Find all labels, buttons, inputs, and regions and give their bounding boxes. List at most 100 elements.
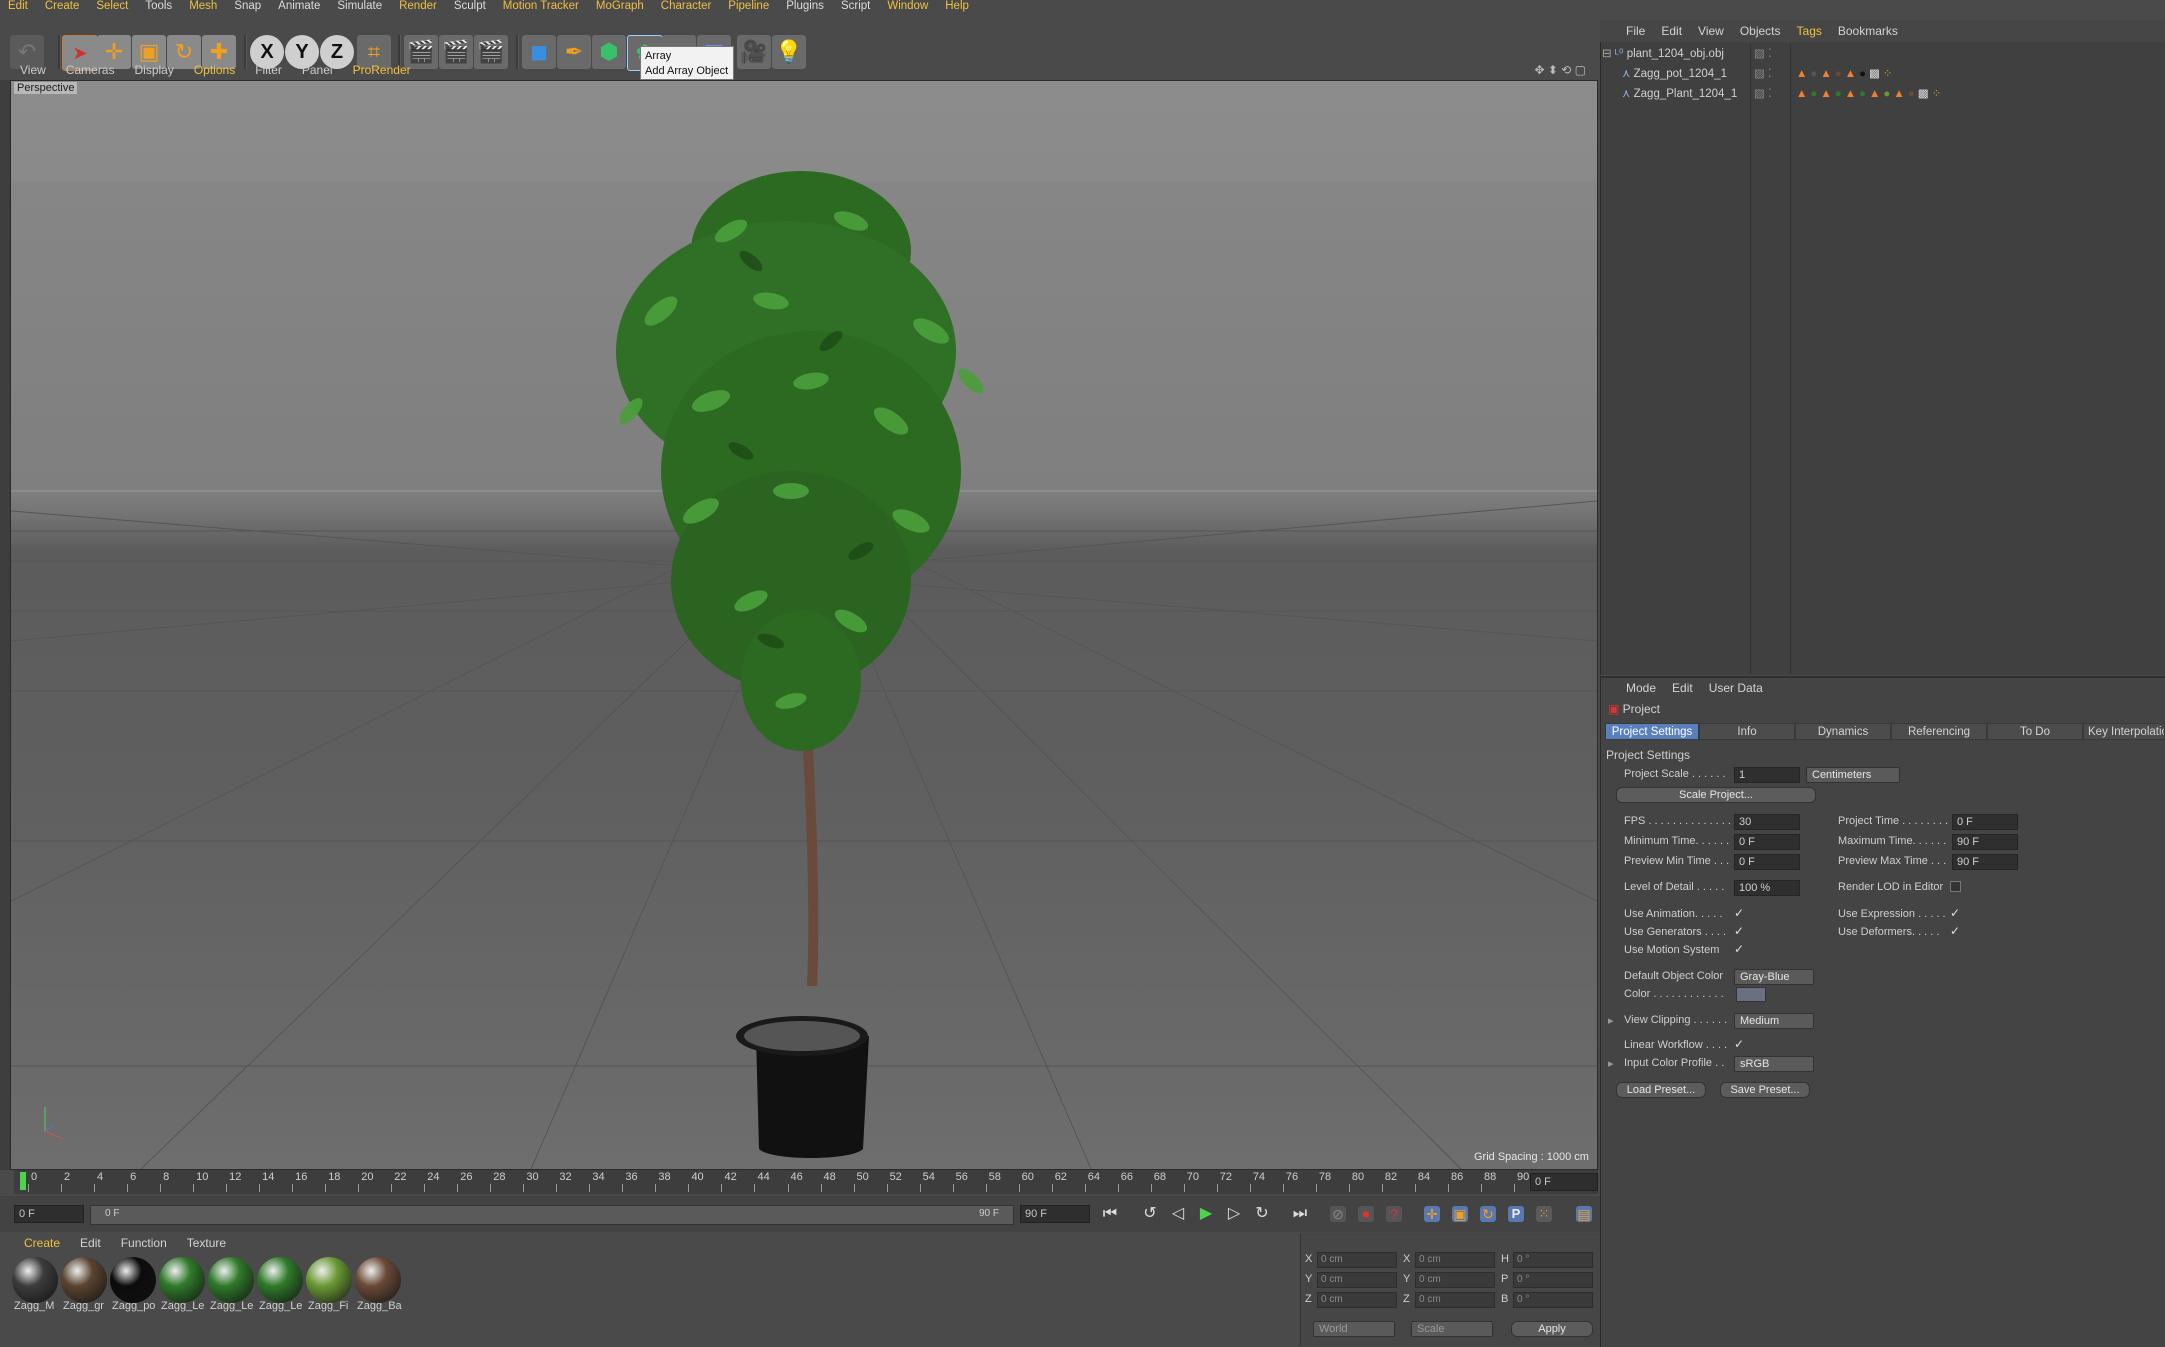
coordinate-mode-dropdown[interactable]: World bbox=[1313, 1321, 1395, 1337]
position-z-field[interactable]: 0 cm bbox=[1317, 1292, 1397, 1308]
menu-help[interactable]: Help bbox=[937, 0, 978, 14]
material-menu-function[interactable]: Function bbox=[111, 1236, 177, 1250]
am-menu-edit[interactable]: Edit bbox=[1664, 681, 1701, 695]
material-swatch[interactable] bbox=[306, 1257, 352, 1303]
material-swatch[interactable] bbox=[355, 1257, 401, 1303]
view-clipping-dropdown[interactable]: Medium bbox=[1734, 1013, 1814, 1029]
viewport-menu-view[interactable]: View bbox=[0, 63, 56, 77]
material-menu-create[interactable]: Create bbox=[0, 1236, 70, 1250]
tab-key-interpolation[interactable]: Key Interpolation bbox=[2083, 723, 2165, 740]
use-animation-checkbox[interactable]: ✓ bbox=[1734, 907, 1746, 919]
material-tags-plant[interactable]: ▲●▲●▲●▲●▲●▩⁘ bbox=[1796, 85, 1944, 104]
preview-max-field[interactable]: 90 F bbox=[1952, 854, 2018, 870]
previous-frame-icon[interactable]: ◁ bbox=[1170, 1206, 1186, 1222]
input-color-dropdown[interactable]: sRGB bbox=[1734, 1056, 1814, 1072]
om-menu-file[interactable]: File bbox=[1600, 24, 1653, 38]
tab-project-settings[interactable]: Project Settings bbox=[1605, 723, 1699, 740]
menu-script[interactable]: Script bbox=[833, 0, 879, 14]
next-frame-icon[interactable]: ▷ bbox=[1226, 1206, 1242, 1222]
apply-button[interactable]: Apply bbox=[1511, 1321, 1593, 1337]
visibility-toggle-icon[interactable]: ▨ ⁚ bbox=[1754, 85, 1772, 104]
go-to-end-icon[interactable]: ⏭ bbox=[1292, 1206, 1308, 1222]
viewport-menu-panel[interactable]: Panel bbox=[292, 63, 343, 77]
material-menu-texture[interactable]: Texture bbox=[177, 1236, 236, 1250]
menu-snap[interactable]: Snap bbox=[226, 0, 270, 14]
viewport-menu-cameras[interactable]: Cameras bbox=[56, 63, 125, 77]
material-swatch[interactable] bbox=[61, 1257, 107, 1303]
tab-info[interactable]: Info bbox=[1699, 723, 1795, 740]
expand-arrow-icon[interactable]: ▸ bbox=[1608, 1014, 1614, 1027]
viewport-3d[interactable] bbox=[10, 80, 1598, 1170]
rotation-p-field[interactable]: 0 ° bbox=[1513, 1272, 1593, 1288]
om-menu-view[interactable]: View bbox=[1690, 24, 1732, 38]
size-x-field[interactable]: 0 cm bbox=[1415, 1252, 1495, 1268]
timeline-ruler[interactable]: 0 2 4 6 8 10 12 14 16 18 20 22 24 26 28 30 32 34 36 38 40 42 4… bbox=[14, 1170, 1598, 1194]
current-frame-field[interactable]: 0 F bbox=[1530, 1173, 1598, 1191]
tab-to-do[interactable]: To Do bbox=[1987, 723, 2083, 740]
project-time-field[interactable]: 0 F bbox=[1952, 814, 2018, 830]
timeline-layout-icon[interactable]: ▤ bbox=[1576, 1206, 1592, 1222]
default-color-dropdown[interactable]: Gray-Blue bbox=[1734, 969, 1814, 985]
om-menu-bookmarks[interactable]: Bookmarks bbox=[1830, 24, 1906, 38]
viewport-menu-prorender[interactable]: ProRender bbox=[343, 63, 421, 77]
menu-character[interactable]: Character bbox=[653, 0, 721, 14]
key-scale-icon[interactable]: ▣ bbox=[1452, 1206, 1468, 1222]
fps-field[interactable]: 30 bbox=[1734, 814, 1800, 830]
material-tags-pot[interactable]: ▲●▲●▲●▩⁘ bbox=[1796, 65, 1896, 84]
menu-motion-tracker[interactable]: Motion Tracker bbox=[495, 0, 588, 14]
menu-window[interactable]: Window bbox=[879, 0, 937, 14]
menu-mesh[interactable]: Mesh bbox=[181, 0, 226, 14]
key-pla-icon[interactable]: ⁙ bbox=[1536, 1206, 1552, 1222]
key-position-icon[interactable]: ✛ bbox=[1424, 1206, 1440, 1222]
visibility-toggle-icon[interactable]: ▨ ⁚ bbox=[1754, 45, 1772, 64]
rotation-b-field[interactable]: 0 ° bbox=[1513, 1292, 1593, 1308]
viewport-menu-display[interactable]: Display bbox=[124, 63, 183, 77]
next-key-icon[interactable]: ↻ bbox=[1254, 1206, 1270, 1222]
viewport-menu-filter[interactable]: Filter bbox=[245, 63, 292, 77]
preview-range-slider[interactable]: 0 F 90 F bbox=[90, 1205, 1014, 1225]
om-menu-tags[interactable]: Tags bbox=[1789, 24, 1830, 38]
use-expression-checkbox[interactable]: ✓ bbox=[1950, 907, 1962, 919]
material-swatch[interactable] bbox=[110, 1257, 156, 1303]
viewport-nav-icons[interactable]: ✥ ⬍ ⟲ ▢ bbox=[1524, 63, 1600, 77]
start-frame-field[interactable]: 0 F bbox=[14, 1205, 84, 1223]
use-deformers-checkbox[interactable]: ✓ bbox=[1950, 925, 1962, 937]
menu-select[interactable]: Select bbox=[88, 0, 137, 14]
material-swatch[interactable] bbox=[159, 1257, 205, 1303]
color-swatch[interactable] bbox=[1736, 987, 1766, 1002]
object-row-root[interactable]: ⊟ ᴸ⁰ plant_1204_obj.obj ▨ ⁚ bbox=[1602, 45, 2162, 64]
menu-mograph[interactable]: MoGraph bbox=[588, 0, 653, 14]
size-y-field[interactable]: 0 cm bbox=[1415, 1272, 1495, 1288]
om-menu-objects[interactable]: Objects bbox=[1732, 24, 1789, 38]
position-y-field[interactable]: 0 cm bbox=[1317, 1272, 1397, 1288]
key-parameter-icon[interactable]: P bbox=[1508, 1206, 1524, 1222]
size-mode-dropdown[interactable]: Scale bbox=[1411, 1321, 1493, 1337]
expand-arrow-icon[interactable]: ▸ bbox=[1608, 1057, 1614, 1070]
use-motion-checkbox[interactable]: ✓ bbox=[1734, 943, 1746, 955]
project-scale-field[interactable]: 1 bbox=[1734, 767, 1800, 783]
playhead[interactable] bbox=[20, 1172, 26, 1190]
rotation-h-field[interactable]: 0 ° bbox=[1513, 1252, 1593, 1268]
material-swatch[interactable] bbox=[208, 1257, 254, 1303]
material-swatch[interactable] bbox=[257, 1257, 303, 1303]
use-generators-checkbox[interactable]: ✓ bbox=[1734, 925, 1746, 937]
project-scale-unit-dropdown[interactable]: Centimeters bbox=[1806, 767, 1900, 783]
key-rotation-icon[interactable]: ↻ bbox=[1480, 1206, 1496, 1222]
menu-sculpt[interactable]: Sculpt bbox=[446, 0, 495, 14]
save-preset-button[interactable]: Save Preset... bbox=[1720, 1082, 1810, 1098]
play-icon[interactable]: ▶ bbox=[1198, 1206, 1214, 1222]
viewport-menu-options[interactable]: Options bbox=[184, 63, 245, 77]
menu-pipeline[interactable]: Pipeline bbox=[720, 0, 778, 14]
max-time-field[interactable]: 90 F bbox=[1952, 834, 2018, 850]
tab-referencing[interactable]: Referencing bbox=[1891, 723, 1987, 740]
object-row-plant[interactable]: ⋏ Zagg_Plant_1204_1 ▨ ⁚ ▲●▲●▲●▲●▲●▩⁘ bbox=[1602, 85, 2162, 104]
menu-edit[interactable]: Edit bbox=[0, 0, 37, 14]
menu-create[interactable]: Create bbox=[37, 0, 89, 14]
scale-project-button[interactable]: Scale Project... bbox=[1616, 787, 1816, 803]
load-preset-button[interactable]: Load Preset... bbox=[1616, 1082, 1706, 1098]
preview-min-field[interactable]: 0 F bbox=[1734, 854, 1800, 870]
motion-path-icon[interactable]: ⊘ bbox=[1330, 1206, 1346, 1222]
render-lod-checkbox[interactable] bbox=[1950, 881, 1961, 892]
menu-animate[interactable]: Animate bbox=[270, 0, 329, 14]
record-icon[interactable]: ⏺ bbox=[1358, 1206, 1374, 1222]
